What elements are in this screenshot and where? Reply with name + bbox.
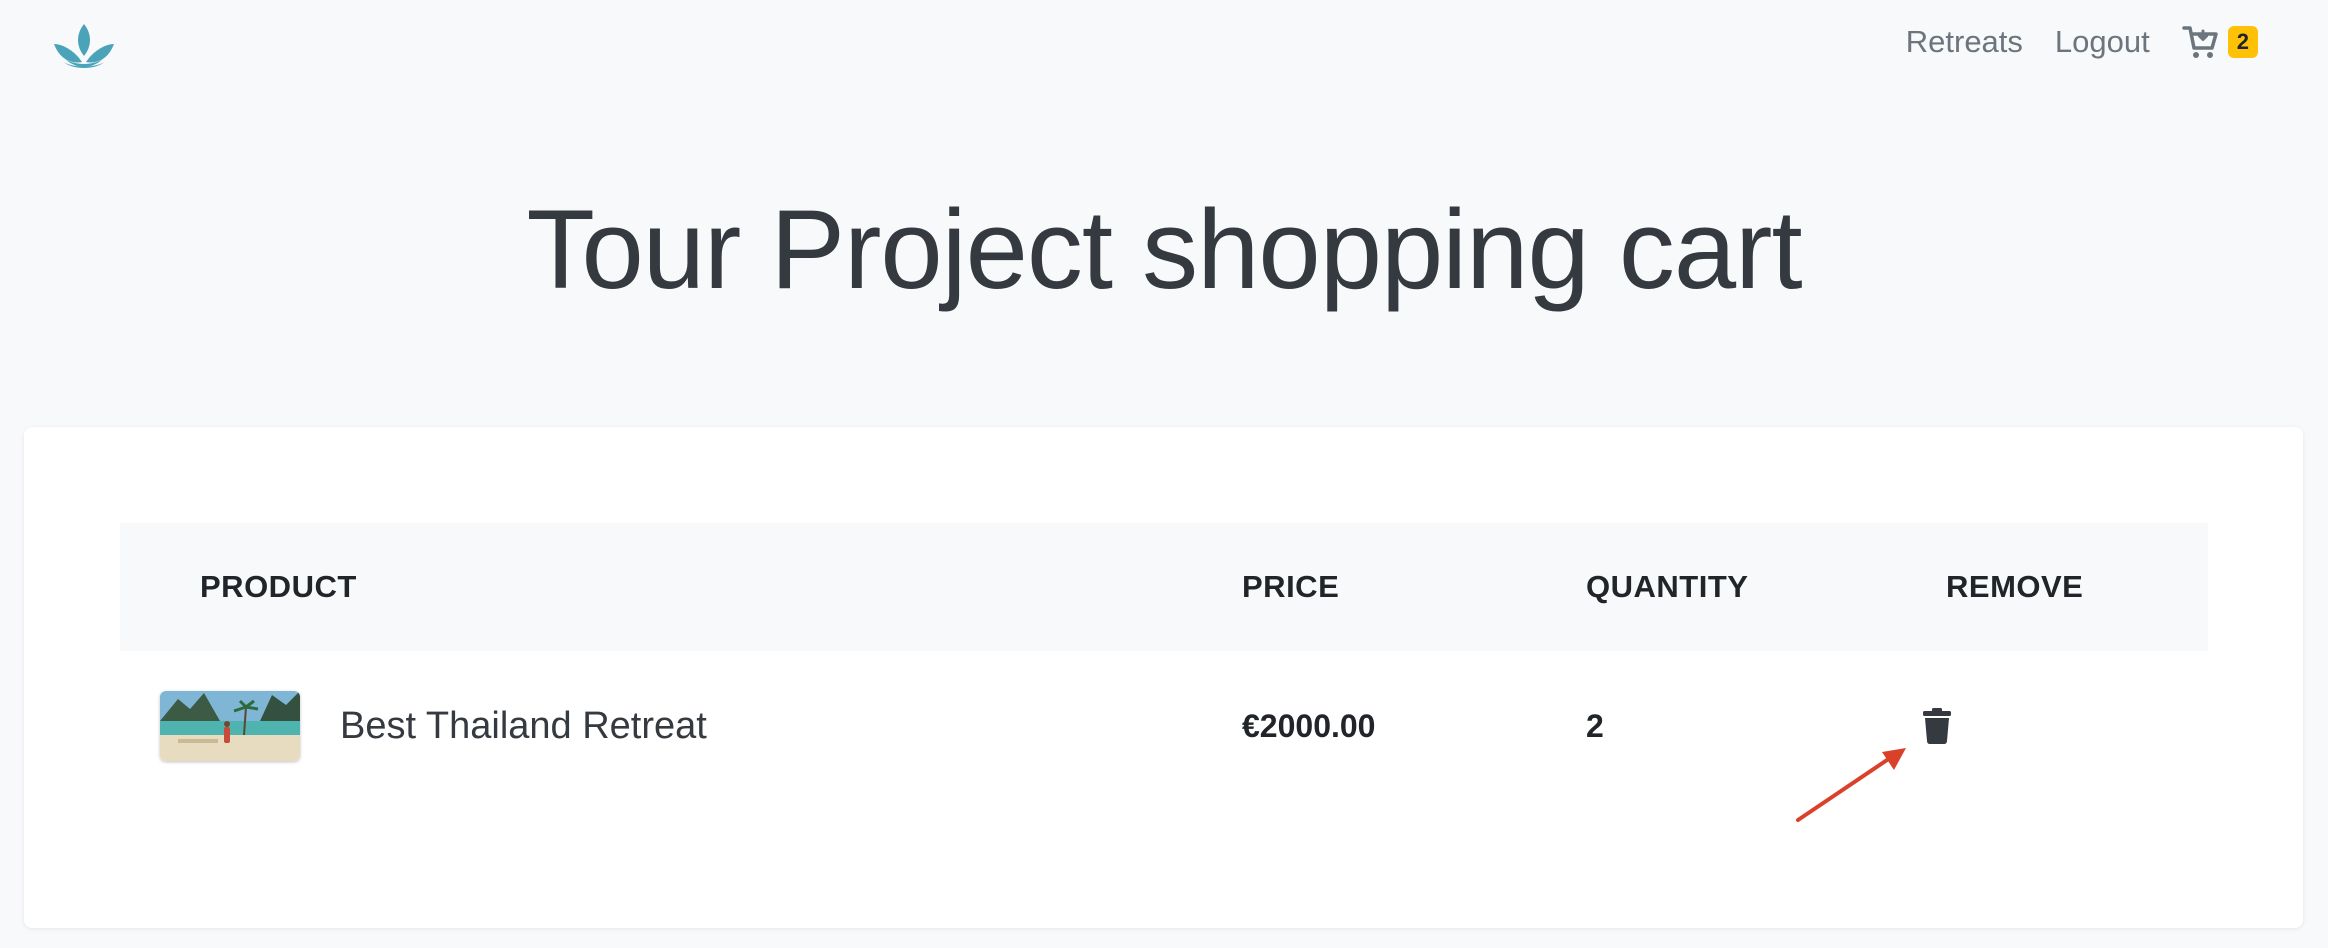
trash-icon[interactable] (1922, 708, 1952, 744)
nav-link-retreats[interactable]: Retreats (1906, 24, 2023, 60)
cart-link[interactable]: 2 (2182, 24, 2258, 60)
nav-link-logout[interactable]: Logout (2055, 24, 2150, 60)
header-remove: REMOVE (1946, 569, 2084, 604)
header-price: PRICE (1242, 569, 1340, 604)
navbar: Retreats Logout 2 (0, 0, 2328, 84)
product-thumbnail (160, 691, 300, 761)
product-name[interactable]: Best Thailand Retreat (340, 705, 707, 748)
nav-links: Retreats Logout 2 (1906, 18, 2258, 66)
price-cell: €2000.00 (1242, 651, 1375, 801)
table-header: PRODUCT PRICE QUANTITY REMOVE (120, 523, 2208, 651)
product-price: €2000.00 (1242, 707, 1376, 744)
header-quantity: QUANTITY (1586, 569, 1749, 604)
lotus-logo-icon[interactable] (52, 22, 116, 72)
annotation-arrow (1796, 748, 1906, 822)
product-quantity: 2 (1586, 707, 1604, 744)
quantity-cell: 2 (1586, 651, 1604, 801)
product-cell: Best Thailand Retreat (160, 651, 707, 801)
cart-card: PRODUCT PRICE QUANTITY REMOVE Best Thail… (24, 427, 2303, 928)
page-title: Tour Project shopping cart (526, 187, 1802, 312)
cart-icon (2182, 26, 2218, 58)
remove-cell (1922, 651, 1952, 801)
header-product: PRODUCT (200, 569, 357, 604)
cart-count-badge: 2 (2227, 25, 2258, 59)
